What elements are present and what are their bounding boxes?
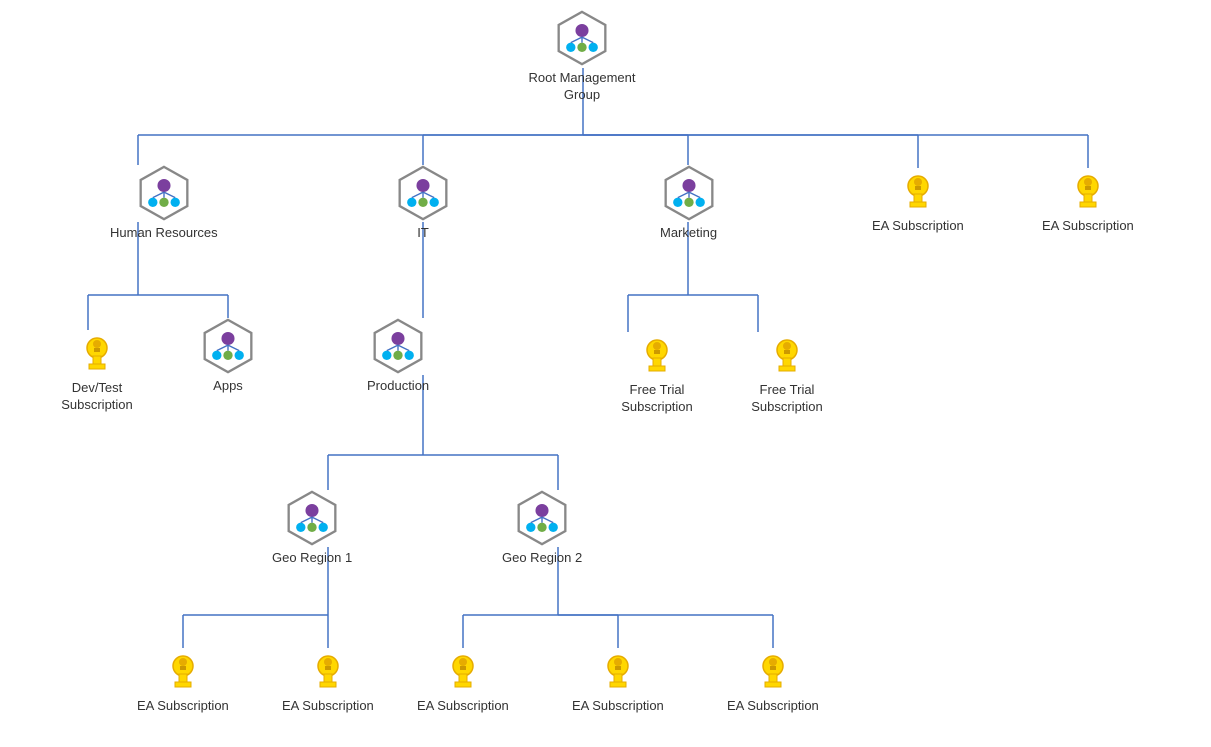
node-ea-gr2-1: EA Subscription: [417, 648, 509, 715]
node-apps: Apps: [200, 318, 256, 395]
ea1-top-label: EA Subscription: [872, 218, 964, 235]
freetrial2-label: Free Trial Subscription: [732, 382, 842, 416]
georegion1-label: Geo Region 1: [272, 550, 352, 567]
ea-gr2-2-sub-icon: [595, 648, 641, 694]
node-marketing: Marketing: [660, 165, 717, 242]
georegion2-label: Geo Region 2: [502, 550, 582, 567]
production-mg-icon: [370, 318, 426, 374]
ea2-top-label: EA Subscription: [1042, 218, 1134, 235]
marketing-label: Marketing: [660, 225, 717, 242]
ea-gr2-2-label: EA Subscription: [572, 698, 664, 715]
node-ea-gr2-2: EA Subscription: [572, 648, 664, 715]
freetrial2-sub-icon: [764, 332, 810, 378]
node-production: Production: [367, 318, 429, 395]
ea1-top-sub-icon: [895, 168, 941, 214]
node-devtest: Dev/Test Subscription: [42, 330, 152, 414]
ea-gr1-2-label: EA Subscription: [282, 698, 374, 715]
it-label: IT: [417, 225, 429, 242]
root-mg-icon: [554, 10, 610, 66]
diagram: Root Management Group Human Resources IT: [0, 0, 1211, 747]
ea-gr1-1-sub-icon: [160, 648, 206, 694]
ea-gr2-1-label: EA Subscription: [417, 698, 509, 715]
it-mg-icon: [395, 165, 451, 221]
hr-mg-icon: [136, 165, 192, 221]
ea-gr2-3-sub-icon: [750, 648, 796, 694]
node-freetrial1: Free Trial Subscription: [602, 332, 712, 416]
node-hr: Human Resources: [110, 165, 218, 242]
node-freetrial2: Free Trial Subscription: [732, 332, 842, 416]
node-georegion2: Geo Region 2: [502, 490, 582, 567]
ea-gr1-2-sub-icon: [305, 648, 351, 694]
devtest-label: Dev/Test Subscription: [42, 380, 152, 414]
node-georegion1: Geo Region 1: [272, 490, 352, 567]
marketing-mg-icon: [661, 165, 717, 221]
node-it: IT: [395, 165, 451, 242]
hr-label: Human Resources: [110, 225, 218, 242]
georegion2-mg-icon: [514, 490, 570, 546]
node-ea-gr1-2: EA Subscription: [282, 648, 374, 715]
node-ea-gr1-1: EA Subscription: [137, 648, 229, 715]
ea-gr2-1-sub-icon: [440, 648, 486, 694]
apps-mg-icon: [200, 318, 256, 374]
devtest-sub-icon: [74, 330, 120, 376]
ea-gr1-1-label: EA Subscription: [137, 698, 229, 715]
freetrial1-label: Free Trial Subscription: [602, 382, 712, 416]
georegion1-mg-icon: [284, 490, 340, 546]
apps-label: Apps: [213, 378, 243, 395]
node-ea1-top: EA Subscription: [872, 168, 964, 235]
node-ea2-top: EA Subscription: [1042, 168, 1134, 235]
ea-gr2-3-label: EA Subscription: [727, 698, 819, 715]
node-ea-gr2-3: EA Subscription: [727, 648, 819, 715]
freetrial1-sub-icon: [634, 332, 680, 378]
production-label: Production: [367, 378, 429, 395]
node-root: Root Management Group: [527, 10, 637, 104]
ea2-top-sub-icon: [1065, 168, 1111, 214]
root-label: Root Management Group: [527, 70, 637, 104]
